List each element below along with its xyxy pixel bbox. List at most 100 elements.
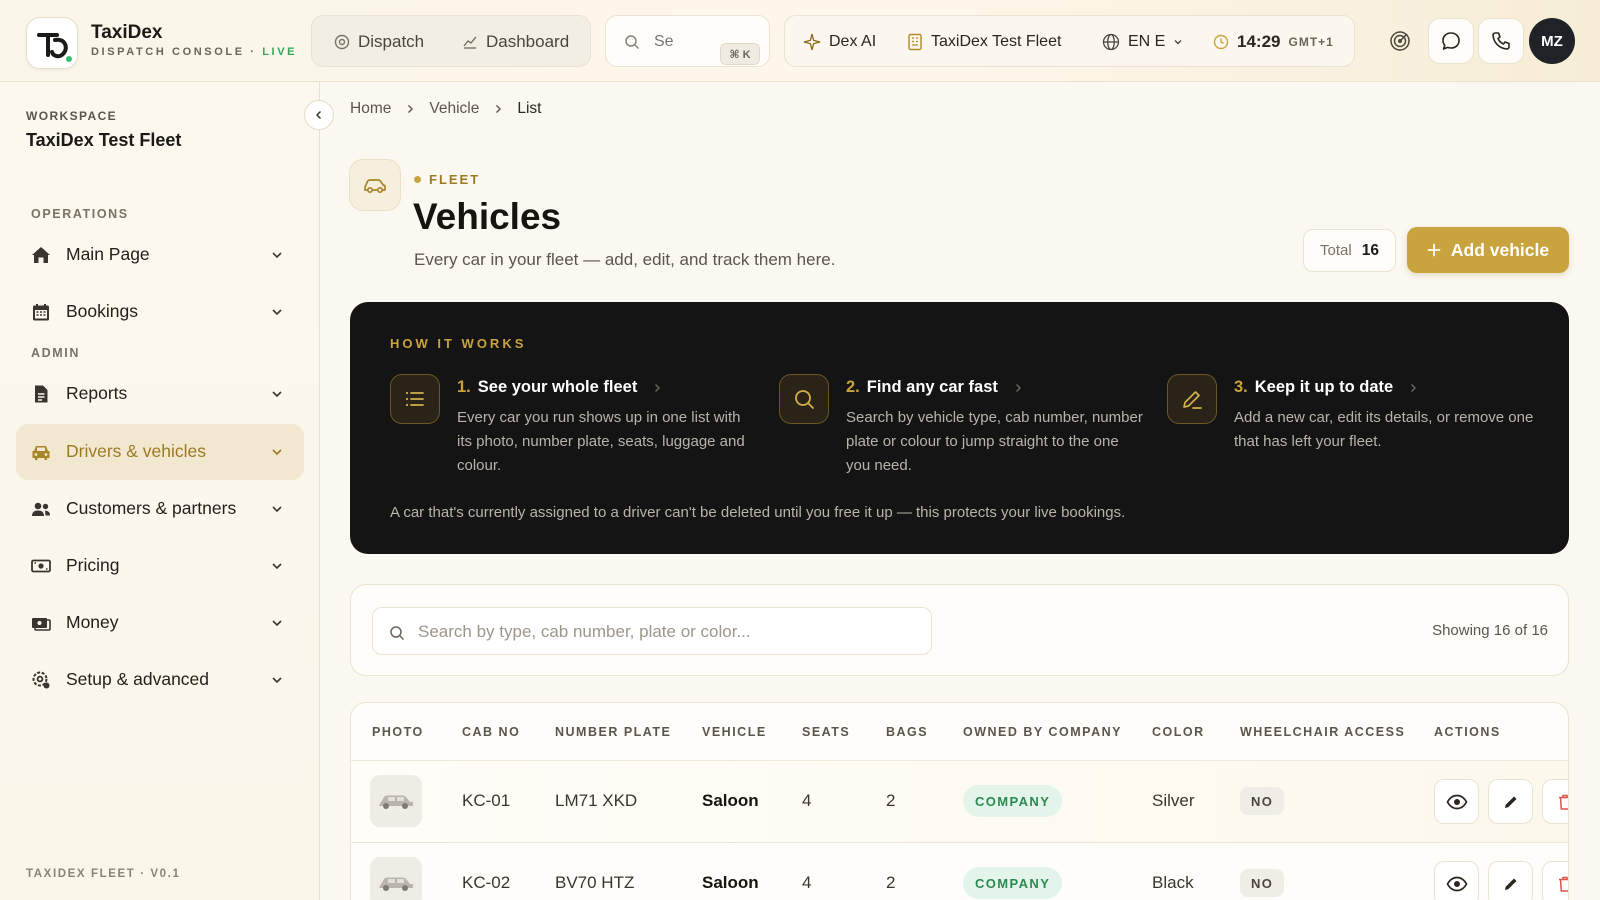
step-number: 2. [846,378,860,396]
breadcrumb-vehicle[interactable]: Vehicle [429,100,479,118]
radar-button[interactable] [1377,18,1423,64]
nav-dashboard[interactable]: Dashboard [462,16,569,68]
column-header[interactable]: NUMBER PLATE [555,725,671,739]
fleet-switcher-label: TaxiDex Test Fleet [931,33,1062,50]
chevron-down-icon [272,309,282,316]
calendar-icon [33,304,49,321]
step-title[interactable]: 3. Keep it up to date [1234,378,1418,397]
brand-name: TaxiDex [91,22,163,43]
column-header[interactable]: CAB NO [462,725,520,739]
sidebar-item-label: Bookings [66,301,138,321]
sidebar-item-main-page[interactable]: Main Page [16,227,304,283]
vehicle-search-input[interactable] [418,620,918,644]
collapse-sidebar-button[interactable] [304,100,334,130]
sidebar-item-label: Drivers & vehicles [66,441,207,461]
cash-icon [31,559,51,573]
step-description: Search by vehicle type, cab number, numb… [846,409,1143,474]
clock-timezone: GMT+1 [1288,35,1334,49]
column-header[interactable]: BAGS [886,725,928,739]
car-icon [32,446,50,460]
delete-button[interactable] [1542,779,1568,824]
main-nav: Dispatch Dashboard [311,15,591,67]
view-button[interactable] [1434,779,1479,824]
chevron-right-icon [408,105,414,113]
messages-button[interactable] [1428,18,1474,64]
page-subtitle: Every car in your fleet — add, edit, and… [414,250,836,269]
delete-button[interactable] [1542,861,1568,900]
wheelchair-badge: NO [1240,869,1285,897]
step-title[interactable]: 1. See your whole fleet [457,378,662,397]
number-plate: BV70 HTZ [555,873,635,892]
column-header[interactable]: COLOR [1152,725,1205,739]
home-icon [32,247,50,263]
step-title-text: Find any car fast [866,378,998,396]
users-icon [32,502,50,516]
brand-logo[interactable] [26,17,78,69]
brand-subtitle-text: DISPATCH CONSOLE · [91,46,263,58]
total-count: Total 16 [1303,229,1396,272]
breadcrumb-home[interactable]: Home [350,100,391,118]
sidebar-item-pricing[interactable]: Pricing [16,538,304,594]
column-header[interactable]: OWNED BY COMPANY [963,725,1122,739]
money-icon [32,618,51,631]
sidebar-item-drivers-vehicles[interactable]: Drivers & vehicles [16,424,304,480]
sidebar: WORKSPACE TaxiDex Test Fleet OPERATIONS … [0,82,320,900]
vehicle-search[interactable] [372,607,932,655]
wheelchair-badge: NO [1240,787,1285,815]
global-search-input[interactable] [654,30,694,54]
sidebar-item-reports[interactable]: Reports [16,366,304,422]
sidebar-item-label: Main Page [66,244,150,264]
column-header[interactable]: WHEELCHAIR ACCESS [1240,725,1405,739]
trash-icon [1558,794,1568,810]
language-label: EN E [1128,33,1166,50]
dex-ai-label: Dex AI [829,33,877,50]
car-icon [364,179,386,194]
eyebrow-dot [414,176,421,183]
sidebar-item-money[interactable]: Money [16,595,304,651]
step-icon [1167,374,1217,424]
column-header[interactable]: SEATS [802,725,850,739]
sidebar-item-label: Reports [66,383,128,403]
step-number: 1. [457,378,471,396]
target-icon [334,34,350,50]
total-label: Total [1320,242,1352,259]
chevron-right-icon [655,383,661,392]
global-search[interactable]: ⌘ K [605,15,770,67]
bags: 2 [886,791,896,810]
user-avatar[interactable]: MZ [1529,18,1575,64]
sidebar-item-customers-partners[interactable]: Customers & partners [16,481,304,537]
number-plate: LM71 XKD [555,791,638,810]
column-header[interactable]: VEHICLE [702,725,767,739]
chevron-down-icon [272,620,282,627]
fleet-switcher[interactable]: TaxiDex Test Fleet [907,16,1061,68]
call-button[interactable] [1478,18,1524,64]
brand-subtitle: DISPATCH CONSOLE · LIVE [91,46,297,58]
sidebar-item-setup-advanced[interactable]: Setup & advanced [16,652,304,708]
nav-dashboard-label: Dashboard [486,32,570,51]
step-title[interactable]: 2. Find any car fast [846,378,1023,397]
step-title-text: Keep it up to date [1254,378,1394,396]
dex-ai-button[interactable]: Dex AI [803,16,876,68]
owned-badge: COMPANY [963,867,1063,899]
language-selector[interactable]: EN E [1102,16,1183,68]
edit-button[interactable] [1488,779,1533,824]
page-icon [349,159,401,211]
table-row[interactable]: KC-01 LM71 XKD Saloon 4 2 COMPANY Silver… [351,760,1568,842]
tools-bar: Dex AI TaxiDex Test Fleet EN E 14:29 GMT… [784,15,1355,67]
step-icon [390,374,440,424]
edit-button[interactable] [1488,861,1533,900]
live-label: LIVE [262,46,298,58]
sidebar-item-label: Customers & partners [66,498,237,518]
nav-dispatch[interactable]: Dispatch [334,16,424,68]
sidebar-item-bookings[interactable]: Bookings [16,284,304,340]
vehicle-type: Saloon [702,873,759,892]
clock: 14:29 GMT+1 [1213,16,1334,68]
add-vehicle-button[interactable]: Add vehicle [1407,227,1569,273]
live-indicator [65,55,73,63]
view-button[interactable] [1434,861,1479,900]
page-eyebrow: FLEET [414,172,480,187]
table-row[interactable]: KC-02 BV70 HTZ Saloon 4 2 COMPANY Black … [351,842,1568,900]
workspace-name: TaxiDex Test Fleet [26,130,182,150]
how-it-works-panel: HOW IT WORKS 1. See your whole fleet Eve… [350,302,1569,554]
sidebar-item-label: Pricing [66,555,120,575]
